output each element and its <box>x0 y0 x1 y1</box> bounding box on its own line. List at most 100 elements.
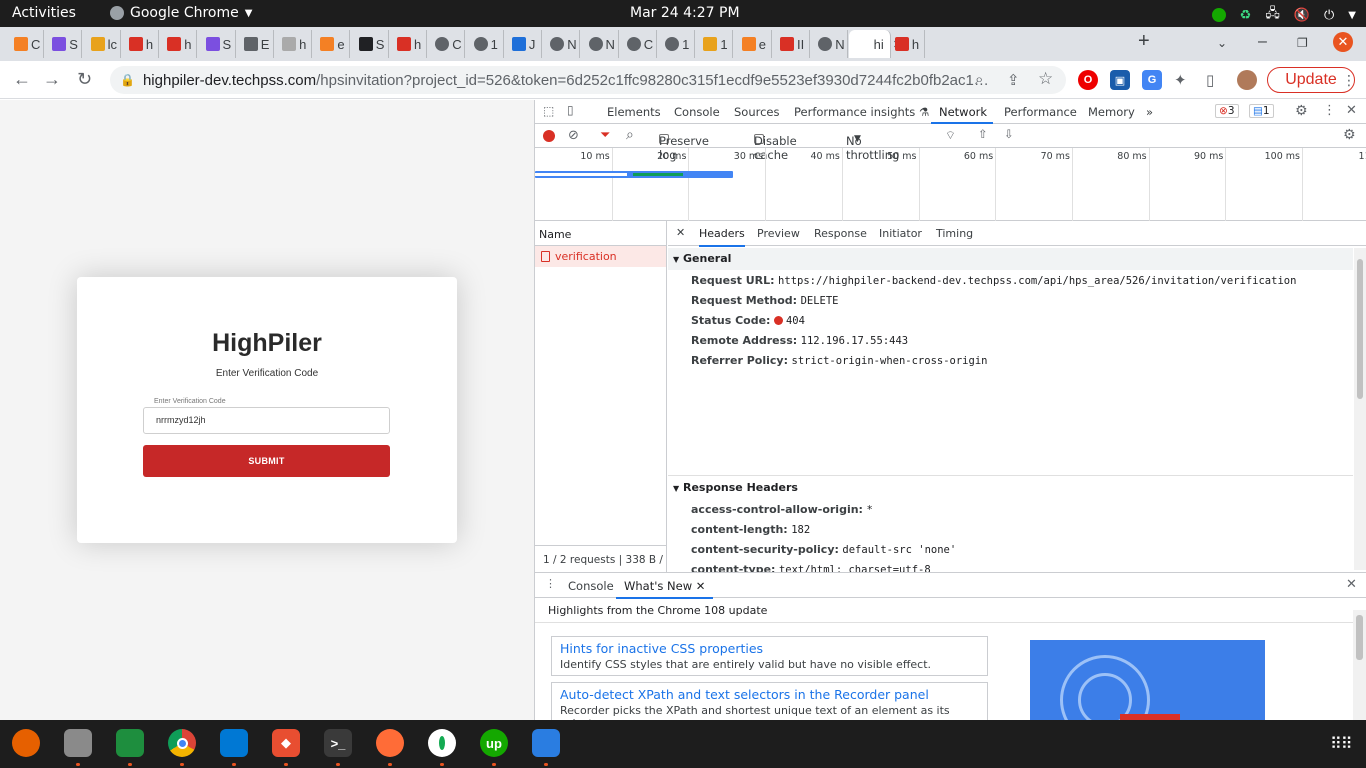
browser-tab[interactable]: e <box>312 30 351 58</box>
close-tab-icon[interactable]: ✕ <box>696 579 706 593</box>
extension-icon[interactable]: ▣ <box>1110 70 1130 90</box>
header-value[interactable]: strict-origin-when-cross-origin <box>792 355 988 367</box>
chrome-icon[interactable] <box>168 729 196 757</box>
header-value[interactable]: https://highpiler-backend-dev.techpss.co… <box>778 275 1296 287</box>
tab-network[interactable]: Network <box>939 105 987 119</box>
forward-icon[interactable]: → <box>43 69 61 90</box>
browser-tab[interactable]: N <box>542 30 581 58</box>
postman-icon[interactable] <box>376 729 404 757</box>
more-tabs-icon[interactable]: » <box>1146 105 1153 119</box>
chevron-down-icon[interactable]: ▼ <box>1348 10 1356 21</box>
header-value[interactable]: * <box>866 504 872 516</box>
activities-button[interactable]: Activities <box>12 5 76 21</box>
upwork-icon[interactable]: up <box>480 729 508 757</box>
mongodb-icon[interactable] <box>428 729 456 757</box>
browser-tab[interactable]: N <box>810 30 849 58</box>
header-value[interactable]: 112.196.17.55:443 <box>801 335 908 347</box>
vscode-icon[interactable] <box>220 729 248 757</box>
tab-initiator[interactable]: Initiator <box>879 227 922 240</box>
bookmark-star-icon[interactable]: ☆ <box>1038 69 1053 89</box>
close-details-icon[interactable]: ✕ <box>676 226 685 239</box>
browser-tab[interactable]: N <box>581 30 619 58</box>
system-tray[interactable]: ♻ 🖧 🔇 ⏻ ▼ <box>1211 4 1356 26</box>
verification-code-input[interactable]: nrrmzyd12jh <box>143 407 390 434</box>
tab-performance[interactable]: Performance <box>1004 105 1077 119</box>
device-toolbar-icon[interactable]: ▯ <box>567 103 574 117</box>
whats-new-title[interactable]: Hints for inactive CSS properties <box>560 641 979 656</box>
close-drawer-icon[interactable]: ✕ <box>1346 577 1357 592</box>
files-icon[interactable] <box>64 729 92 757</box>
browser-tab[interactable]: h <box>887 30 925 58</box>
browser-tab[interactable]: 1 <box>657 30 696 58</box>
tab-timing[interactable]: Timing <box>936 227 973 240</box>
filter-icon[interactable]: ⏷ <box>600 128 610 143</box>
name-column-header[interactable]: Name <box>535 221 666 246</box>
browser-tab[interactable]: J <box>504 30 542 58</box>
browser-tab[interactable]: C <box>427 30 466 58</box>
clear-icon[interactable]: ⊘ <box>568 128 579 143</box>
browser-tab[interactable]: h <box>121 30 159 58</box>
tab-response[interactable]: Response <box>814 227 867 240</box>
update-button[interactable]: Update ⋮ <box>1267 67 1356 93</box>
header-value[interactable]: 404 <box>786 315 805 327</box>
clock[interactable]: Mar 24 4:27 PM <box>630 5 740 21</box>
browser-tab[interactable]: C <box>6 30 44 58</box>
network-settings-icon[interactable]: ⚙ <box>1343 127 1356 143</box>
export-har-icon[interactable]: ⇩ <box>1004 127 1014 141</box>
terminal-icon[interactable]: >_ <box>324 729 352 757</box>
browser-tab[interactable]: E <box>236 30 274 58</box>
header-value[interactable]: text/html; charset=utf-8 <box>779 564 931 572</box>
request-row[interactable]: verification <box>535 246 666 267</box>
app-menu[interactable]: Google Chrome ▼ <box>110 5 252 21</box>
minimize-icon[interactable]: – <box>1258 33 1267 51</box>
show-apps-icon[interactable]: ⠿⠿ <box>1330 734 1352 754</box>
browser-tab[interactable]: S <box>351 30 389 58</box>
search-icon[interactable]: ⌕ <box>626 127 634 143</box>
browser-tab[interactable]: 1 <box>695 30 734 58</box>
tab-memory[interactable]: Memory <box>1088 105 1135 119</box>
network-app-icon[interactable] <box>532 729 560 757</box>
new-tab-icon[interactable]: + <box>1138 30 1150 53</box>
header-value[interactable]: DELETE <box>801 295 839 307</box>
drawer-scrollbar[interactable] <box>1353 610 1366 720</box>
drawer-tab-console[interactable]: Console <box>568 579 614 593</box>
tab-headers[interactable]: Headers <box>699 227 745 247</box>
zoom-icon[interactable]: ⌕ <box>975 71 983 88</box>
omnibox[interactable]: 🔒 highpiler-dev.techpss.com/hpsinvitatio… <box>110 66 1066 94</box>
volume-icon[interactable]: 🔇 <box>1294 8 1310 23</box>
submit-button[interactable]: SUBMIT <box>143 445 390 477</box>
import-har-icon[interactable]: ⇧ <box>978 127 988 141</box>
drawer-menu-icon[interactable]: ⋮ <box>545 577 556 590</box>
opera-extension-icon[interactable]: O <box>1078 70 1098 90</box>
header-value[interactable]: 182 <box>791 524 810 536</box>
reload-icon[interactable]: ↻ <box>77 69 92 90</box>
upwork-tray-icon[interactable] <box>1211 8 1226 22</box>
browser-tab[interactable]: h <box>274 30 313 58</box>
puzzle-icon[interactable]: ✦ <box>1174 71 1187 89</box>
whats-new-title[interactable]: Auto-detect XPath and text selectors in … <box>560 687 979 702</box>
network-icon[interactable]: 🖧 <box>1265 4 1280 26</box>
recycle-tray-icon[interactable]: ♻ <box>1240 8 1252 23</box>
browser-tab[interactable]: 1 <box>466 30 504 58</box>
wifi-conditions-icon[interactable]: ⌔ <box>945 128 956 143</box>
tab-sources[interactable]: Sources <box>734 105 780 119</box>
message-badge[interactable]: ▤1 <box>1249 104 1274 118</box>
response-headers-section-header[interactable]: ▼ Response Headers <box>668 477 1353 499</box>
browser-tab[interactable]: h <box>159 30 198 58</box>
tab-console[interactable]: Console <box>674 105 720 119</box>
error-badge[interactable]: ⊗3 <box>1215 104 1239 118</box>
power-icon[interactable]: ⏻ <box>1324 8 1334 23</box>
devtools-menu-icon[interactable]: ⋮ <box>1323 103 1336 118</box>
git-icon[interactable]: ◆ <box>272 729 300 757</box>
browser-tab[interactable]: e <box>734 30 772 58</box>
tab-elements[interactable]: Elements <box>607 105 661 119</box>
settings-gear-icon[interactable]: ⚙ <box>1295 103 1308 119</box>
back-icon[interactable]: ← <box>13 69 31 90</box>
tab-search-icon[interactable]: ⌄ <box>1217 36 1227 50</box>
inspect-element-icon[interactable]: ⬚ <box>543 104 554 118</box>
firefox-icon[interactable] <box>12 729 40 757</box>
maximize-icon[interactable]: ❐ <box>1297 36 1308 50</box>
translate-extension-icon[interactable]: G <box>1142 70 1162 90</box>
close-devtools-icon[interactable]: ✕ <box>1346 103 1357 118</box>
scrollbar[interactable] <box>1354 248 1366 570</box>
